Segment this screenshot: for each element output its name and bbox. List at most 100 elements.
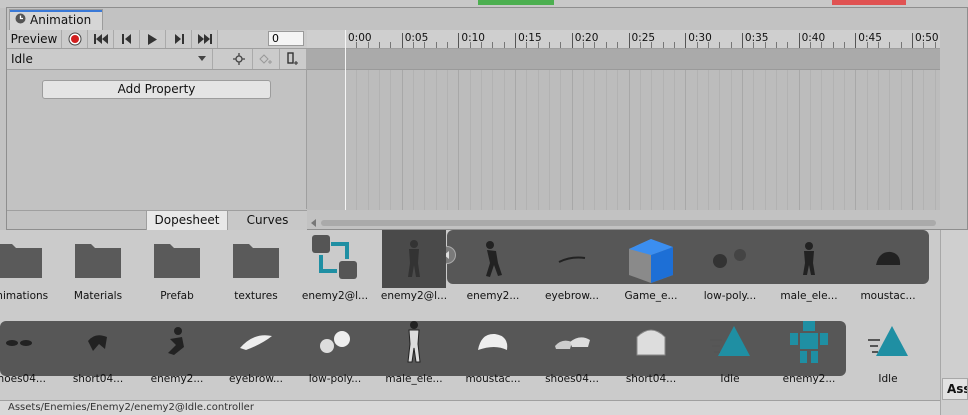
assets-tab[interactable]: Ass bbox=[942, 378, 968, 400]
model-asset[interactable]: male_ele... bbox=[770, 230, 848, 310]
timeline-scrollbar[interactable] bbox=[307, 217, 940, 229]
asset-label: Idle bbox=[878, 373, 898, 385]
playhead[interactable] bbox=[345, 30, 346, 210]
ruler-minor-tick bbox=[435, 42, 437, 48]
folder-textures[interactable]: textures bbox=[217, 230, 295, 310]
model-asset[interactable]: low-poly... bbox=[691, 230, 769, 310]
grid-line bbox=[390, 70, 392, 210]
ruler-minor-tick bbox=[673, 42, 675, 48]
grid-line-major bbox=[741, 70, 743, 210]
time-ruler[interactable]: 0:00 0:05 0:10 0:15 0:20 0:25 0:30 0:35 0:40 0:45… bbox=[307, 30, 940, 49]
next-key-button[interactable] bbox=[166, 30, 192, 48]
animation-clip-asset[interactable]: Idle bbox=[691, 313, 769, 393]
add-property-button[interactable]: Add Property bbox=[42, 80, 271, 99]
model-asset[interactable]: moustac... bbox=[454, 313, 532, 393]
avatar-icon bbox=[777, 313, 841, 371]
model-asset[interactable]: eyebrow... bbox=[533, 230, 611, 310]
ruler-minor-tick bbox=[526, 42, 528, 48]
ruler-minor-tick bbox=[583, 42, 585, 48]
folder-prefab[interactable]: Prefab bbox=[138, 230, 216, 310]
ruler-minor-tick bbox=[424, 42, 426, 48]
first-key-button[interactable] bbox=[88, 30, 114, 48]
model-asset[interactable]: male_ele... bbox=[375, 313, 453, 393]
animator-controller-asset[interactable]: enemy2@l... bbox=[296, 230, 374, 310]
model-asset[interactable]: enemy2... bbox=[454, 230, 532, 310]
ruler-minor-tick bbox=[390, 42, 392, 48]
ruler-minor-tick bbox=[379, 42, 381, 48]
model-asset[interactable]: low-poly... bbox=[296, 313, 374, 393]
clip-row: Idle bbox=[7, 49, 307, 70]
model-asset-selected[interactable]: enemy2@l... bbox=[375, 230, 453, 310]
eyebrow-mesh-icon bbox=[224, 313, 288, 371]
ruler-minor-tick bbox=[730, 42, 732, 48]
grid-line bbox=[503, 70, 505, 210]
grid-line-major bbox=[855, 70, 857, 210]
ruler-minor-tick bbox=[356, 42, 358, 48]
avatar-asset[interactable]: enemy2... bbox=[770, 313, 848, 393]
tab-curves[interactable]: Curves bbox=[227, 211, 307, 230]
folder-icon bbox=[66, 230, 130, 288]
grid-line-major bbox=[401, 70, 403, 210]
play-button[interactable] bbox=[140, 30, 166, 48]
asset-path-bar: Assets/Enemies/Enemy2/enemy2@Idle.contro… bbox=[0, 400, 940, 415]
red-button[interactable] bbox=[832, 0, 906, 5]
model-asset[interactable]: short04... bbox=[59, 313, 137, 393]
scroll-left-icon[interactable] bbox=[311, 219, 316, 227]
model-asset[interactable]: eyebrow... bbox=[217, 313, 295, 393]
ruler-minor-tick bbox=[594, 42, 596, 48]
key-filter-button[interactable] bbox=[226, 49, 253, 69]
ruler-minor-tick bbox=[447, 42, 449, 48]
frame-field[interactable] bbox=[268, 31, 304, 46]
grid-line bbox=[594, 70, 596, 210]
tab-dopesheet[interactable]: Dopesheet bbox=[146, 211, 227, 230]
ruler-minor-tick bbox=[764, 42, 766, 48]
animation-clip-icon bbox=[698, 313, 762, 371]
add-keyframe-button[interactable] bbox=[253, 49, 280, 69]
folder-animations[interactable]: animations bbox=[0, 230, 58, 310]
ruler-minor-tick bbox=[707, 42, 709, 48]
add-event-button[interactable] bbox=[280, 49, 307, 69]
character-pose-icon bbox=[145, 313, 209, 371]
grid-line-major bbox=[458, 70, 460, 210]
grid-line bbox=[832, 70, 834, 210]
ruler-minor-tick bbox=[662, 42, 664, 48]
ruler-major-tick bbox=[798, 33, 800, 48]
animation-clip-asset[interactable]: Idle bbox=[849, 313, 927, 393]
grid-line bbox=[560, 70, 562, 210]
dopesheet-timeline[interactable]: 0:00 0:05 0:10 0:15 0:20 0:25 0:30 0:35 0:40 0:45… bbox=[307, 30, 940, 210]
prev-key-button[interactable] bbox=[114, 30, 140, 48]
keyframe-area[interactable] bbox=[307, 70, 940, 210]
asset-label: Materials bbox=[73, 290, 123, 302]
folder-materials[interactable]: Materials bbox=[59, 230, 137, 310]
green-button[interactable] bbox=[478, 0, 554, 5]
asset-label: shoes04... bbox=[0, 373, 46, 385]
animation-tab[interactable]: Animation bbox=[9, 9, 103, 30]
model-asset[interactable]: shoes04... bbox=[0, 313, 58, 393]
grid-line bbox=[696, 70, 698, 210]
record-button[interactable] bbox=[62, 30, 88, 48]
grid-line bbox=[730, 70, 732, 210]
model-asset[interactable]: shoes04... bbox=[533, 313, 611, 393]
ruler-minor-tick bbox=[651, 42, 653, 48]
model-asset[interactable]: short04... bbox=[612, 313, 690, 393]
grid-line-major bbox=[628, 70, 630, 210]
grid-line bbox=[753, 70, 755, 210]
crosshair-icon bbox=[233, 53, 245, 65]
grid-line bbox=[843, 70, 845, 210]
ruler-minor-tick bbox=[549, 42, 551, 48]
events-row[interactable] bbox=[307, 49, 940, 70]
model-asset[interactable]: moustac... bbox=[849, 230, 927, 310]
scrollbar-thumb[interactable] bbox=[321, 220, 936, 226]
prefab-asset[interactable]: Game_e... bbox=[612, 230, 690, 310]
eyebrow-mesh-icon bbox=[540, 230, 604, 288]
last-key-button[interactable] bbox=[192, 30, 218, 48]
grid-line bbox=[639, 70, 641, 210]
asset-label: low-poly... bbox=[308, 373, 362, 385]
character-model-icon bbox=[382, 230, 446, 288]
ruler-minor-tick bbox=[481, 42, 483, 48]
model-asset[interactable]: enemy2... bbox=[138, 313, 216, 393]
preview-button[interactable]: Preview bbox=[7, 30, 62, 48]
grid-line bbox=[809, 70, 811, 210]
clip-dropdown[interactable]: Idle bbox=[7, 49, 213, 69]
grid-line bbox=[583, 70, 585, 210]
